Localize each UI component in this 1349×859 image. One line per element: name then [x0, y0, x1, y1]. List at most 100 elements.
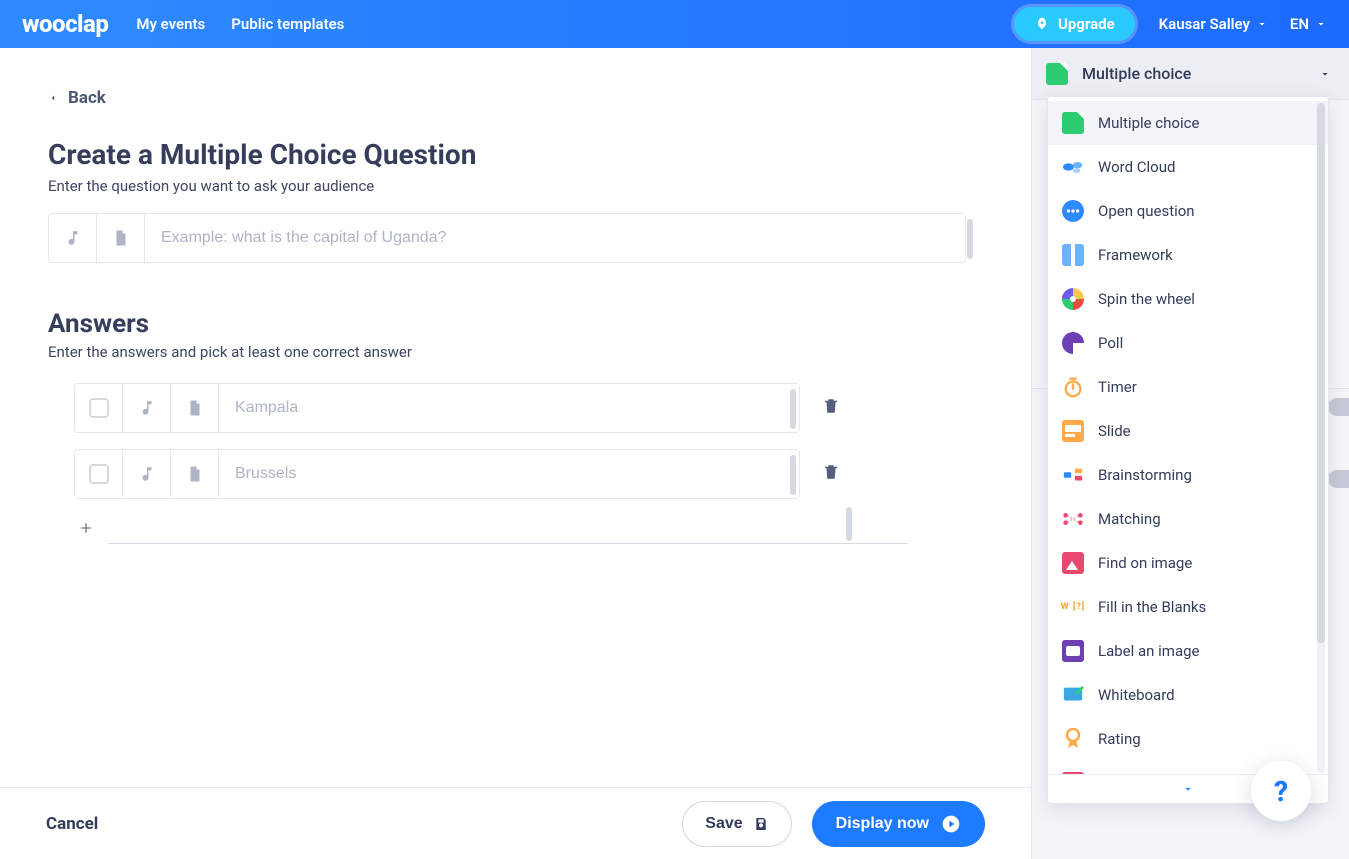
trash-icon — [822, 396, 840, 416]
qtype-option-slide[interactable]: Slide — [1048, 409, 1328, 453]
qtype-option-label: Word Cloud — [1098, 158, 1175, 176]
qtype-option-open-question[interactable]: Open question — [1048, 189, 1328, 233]
qtype-option-label: Brainstorming — [1098, 466, 1192, 484]
answer-input[interactable] — [219, 384, 799, 432]
music-icon — [64, 229, 82, 247]
qtype-option-label-image[interactable]: Label an image — [1048, 629, 1328, 673]
page-subtitle: Enter the question you want to ask your … — [48, 177, 983, 195]
qtype-option-label: Poll — [1098, 334, 1123, 352]
upgrade-label: Upgrade — [1058, 15, 1115, 33]
add-answer-row — [74, 515, 983, 544]
word-cloud-icon — [1062, 156, 1084, 178]
slide-icon — [1062, 420, 1084, 442]
editor-pane: Back Create a Multiple Choice Question E… — [0, 48, 1031, 859]
poll-icon — [1062, 332, 1084, 354]
matching-icon — [1062, 508, 1084, 530]
qtype-option-label: Spin the wheel — [1098, 290, 1195, 308]
question-type-selector[interactable]: Multiple choice — [1032, 48, 1349, 100]
find-on-image-icon — [1062, 552, 1084, 574]
rating-icon — [1062, 728, 1084, 750]
fill-blanks-icon: W [?] — [1062, 596, 1084, 618]
file-icon — [112, 229, 130, 247]
cancel-button[interactable]: Cancel — [46, 814, 98, 834]
qtype-option-framework[interactable]: Framework — [1048, 233, 1328, 277]
play-circle-icon — [941, 814, 961, 834]
language-label: EN — [1290, 15, 1309, 33]
qtype-option-poll[interactable]: Poll — [1048, 321, 1328, 365]
back-button[interactable]: Back — [48, 88, 106, 108]
answer-attach-audio-button[interactable] — [123, 384, 171, 432]
add-answer-underline[interactable] — [108, 543, 908, 544]
answer-attach-audio-button[interactable] — [123, 450, 171, 498]
answer-input[interactable] — [219, 450, 799, 498]
save-button[interactable]: Save — [682, 801, 791, 847]
sidebar-toggle[interactable] — [1328, 470, 1349, 488]
qtype-option-label: Find on image — [1098, 554, 1192, 572]
question-input[interactable] — [145, 214, 965, 262]
multiple-choice-icon — [1046, 63, 1068, 85]
qtype-option-spin-wheel[interactable]: Spin the wheel — [1048, 277, 1328, 321]
qtype-option-label: Whiteboard — [1098, 686, 1175, 704]
upgrade-button[interactable]: Upgrade — [1014, 7, 1135, 41]
nav-public-templates[interactable]: Public templates — [231, 15, 344, 33]
help-button[interactable]: ? — [1251, 761, 1311, 821]
qtype-option-label: Rating — [1098, 730, 1141, 748]
qtype-option-find-on-image[interactable]: Find on image — [1048, 541, 1328, 585]
qtype-option-label: Multiple choice — [1098, 114, 1199, 132]
correct-answer-checkbox[interactable] — [89, 464, 109, 484]
qtype-option-rating[interactable]: Rating — [1048, 717, 1328, 761]
add-answer-button[interactable] — [74, 517, 98, 542]
scrollbar[interactable] — [790, 455, 796, 495]
qtype-option-multiple-choice[interactable]: Multiple choice — [1048, 101, 1328, 145]
answers-subtitle: Enter the answers and pick at least one … — [48, 343, 983, 361]
answer-attach-file-button[interactable] — [171, 450, 219, 498]
answer-attach-file-button[interactable] — [171, 384, 219, 432]
chevron-down-icon — [1181, 782, 1195, 796]
back-label: Back — [68, 88, 106, 108]
chevron-down-icon — [1256, 18, 1268, 30]
scrollbar[interactable] — [790, 389, 796, 429]
caret-down-icon — [1319, 68, 1331, 80]
language-menu[interactable]: EN — [1290, 15, 1327, 33]
qtype-option-word-cloud[interactable]: Word Cloud — [1048, 145, 1328, 189]
qtype-option-label: Timer — [1098, 378, 1137, 396]
multiple-choice-icon — [1062, 112, 1084, 134]
dropdown-scrollbar[interactable] — [1317, 103, 1325, 773]
timer-icon — [1062, 376, 1084, 398]
qtype-option-matching[interactable]: Matching — [1048, 497, 1328, 541]
spin-wheel-icon — [1062, 288, 1084, 310]
qtype-option-label: Fill in the Blanks — [1098, 598, 1206, 616]
delete-answer-button[interactable] — [822, 396, 840, 420]
display-now-button[interactable]: Display now — [812, 801, 985, 847]
qtype-option-brainstorming[interactable]: Brainstorming — [1048, 453, 1328, 497]
qtype-option-label: Matching — [1098, 510, 1161, 528]
chevron-down-icon — [1315, 18, 1327, 30]
save-label: Save — [705, 815, 742, 833]
user-menu[interactable]: Kausar Salley — [1159, 15, 1268, 33]
qtype-option-label: Label an image — [1098, 642, 1199, 660]
music-icon — [138, 399, 156, 417]
scrollbar[interactable] — [967, 219, 973, 259]
save-icon — [753, 816, 769, 832]
attach-file-button[interactable] — [97, 214, 145, 262]
label-image-icon — [1062, 640, 1084, 662]
qtype-option-whiteboard[interactable]: Whiteboard — [1048, 673, 1328, 717]
correct-answer-checkbox[interactable] — [89, 398, 109, 418]
user-name: Kausar Salley — [1159, 15, 1250, 33]
nav-my-events[interactable]: My events — [136, 15, 205, 33]
chevron-left-icon — [48, 91, 58, 105]
delete-answer-button[interactable] — [822, 462, 840, 486]
rocket-icon — [1034, 16, 1050, 32]
qtype-option-timer[interactable]: Timer — [1048, 365, 1328, 409]
audio-video-icon — [1062, 772, 1084, 774]
sidebar-toggle[interactable] — [1328, 398, 1349, 416]
file-icon — [186, 399, 204, 417]
attach-audio-button[interactable] — [49, 214, 97, 262]
file-icon — [186, 465, 204, 483]
answer-row — [74, 383, 983, 433]
question-type-dropdown: Multiple choice Word Cloud Open question Fr… — [1047, 96, 1329, 804]
qtype-option-label: Open question — [1098, 202, 1195, 220]
qtype-option-fill-blanks[interactable]: W [?] Fill in the Blanks — [1048, 585, 1328, 629]
scrollbar[interactable] — [846, 507, 852, 541]
logo[interactable]: wooclap — [22, 10, 108, 38]
